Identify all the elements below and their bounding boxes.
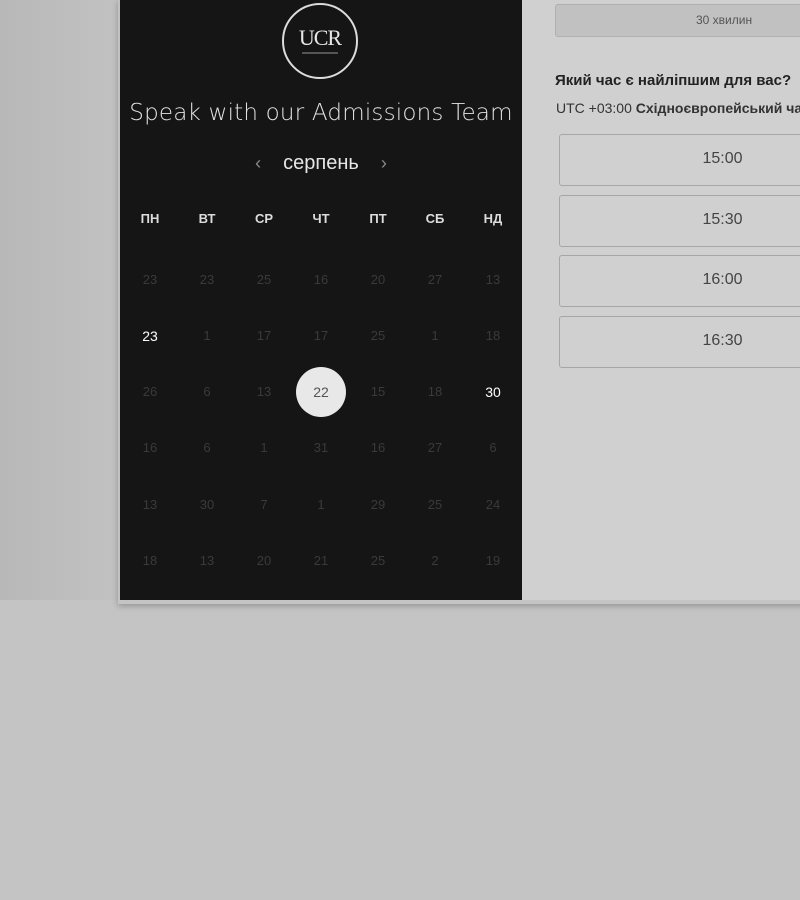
unavailable-day: 1 — [203, 328, 211, 343]
unavailable-day: 29 — [370, 497, 386, 512]
logo-text: UCR — [298, 25, 342, 50]
weekday-label: ПН — [140, 211, 160, 226]
time-slot-label: 16:00 — [702, 271, 743, 288]
unavailable-day: 25 — [427, 497, 443, 512]
time-slot-label: 16:30 — [702, 332, 743, 349]
selected-day[interactable]: 22 — [296, 367, 346, 417]
unavailable-day: 13 — [485, 272, 501, 287]
unavailable-day: 18 — [485, 328, 501, 343]
timezone-info: UTC +03:00 Східноєвропейський час — [556, 100, 800, 116]
unavailable-day: 17 — [256, 328, 272, 343]
unavailable-day: 21 — [313, 553, 329, 568]
logo-tagline-line — [302, 52, 338, 54]
unavailable-day: 1 — [260, 440, 268, 455]
unavailable-day: 13 — [256, 384, 272, 399]
unavailable-day: 19 — [485, 553, 501, 568]
unavailable-day: 2 — [431, 553, 439, 568]
unavailable-day: 13 — [199, 553, 215, 568]
unavailable-day: 16 — [370, 440, 386, 455]
unavailable-day: 25 — [370, 328, 386, 343]
unavailable-day: 20 — [256, 553, 272, 568]
time-slot-label: 15:00 — [702, 150, 743, 167]
unavailable-day: 7 — [260, 497, 268, 512]
unavailable-day: 15 — [370, 384, 386, 399]
ucr-logo: UCR — [282, 3, 358, 79]
weekday-label: ПТ — [369, 211, 387, 226]
unavailable-day: 18 — [142, 553, 158, 568]
unavailable-day: 26 — [142, 384, 158, 399]
next-month-chevron-icon[interactable]: › — [377, 153, 391, 174]
prev-month-chevron-icon[interactable]: ‹ — [251, 153, 265, 174]
duration-selector[interactable]: 30 хвилин — [555, 4, 800, 37]
unavailable-day: 6 — [489, 440, 497, 455]
timezone-name: Східноєвропейський час — [635, 100, 800, 116]
unavailable-day: 30 — [199, 497, 215, 512]
unavailable-day: 16 — [313, 272, 329, 287]
time-selection-panel: 30 хвилин Який час є найліпшим для вас? … — [522, 0, 800, 600]
unavailable-day: 25 — [256, 272, 272, 287]
unavailable-day: 20 — [370, 272, 386, 287]
time-question-heading: Який час є найліпшим для вас? — [555, 72, 792, 89]
unavailable-day: 1 — [431, 328, 439, 343]
time-slot-button[interactable]: 15:30 — [559, 195, 800, 247]
page-title: Speak with our Admissions Team — [129, 100, 513, 126]
weekday-label: ЧТ — [312, 211, 330, 226]
available-day[interactable]: 30 — [473, 384, 513, 400]
unavailable-day: 1 — [317, 497, 325, 512]
time-slot-button[interactable]: 16:00 — [559, 255, 800, 307]
unavailable-day: 23 — [199, 272, 215, 287]
time-slot-button[interactable]: 16:30 — [559, 316, 800, 368]
unavailable-day: 23 — [142, 272, 158, 287]
unavailable-day: 27 — [427, 440, 443, 455]
unavailable-day: 6 — [203, 384, 211, 399]
time-slot-label: 15:30 — [702, 211, 743, 228]
weekday-label: СБ — [425, 211, 445, 226]
unavailable-day: 31 — [313, 440, 329, 455]
month-navigation: ‹ серпень › — [120, 148, 522, 178]
unavailable-day: 24 — [485, 497, 501, 512]
unavailable-day: 6 — [203, 440, 211, 455]
unavailable-day: 13 — [142, 497, 158, 512]
unavailable-day: 18 — [427, 384, 443, 399]
duration-label: 30 хвилин — [696, 13, 753, 27]
unavailable-day: 17 — [313, 328, 329, 343]
available-day[interactable]: 23 — [130, 328, 170, 344]
timezone-offset: UTC +03:00 — [556, 100, 632, 116]
weekday-label: ВТ — [198, 211, 216, 226]
unavailable-day: 25 — [370, 553, 386, 568]
unavailable-day: 16 — [142, 440, 158, 455]
time-slot-button[interactable]: 15:00 — [559, 134, 800, 186]
weekday-label: НД — [483, 211, 503, 226]
unavailable-day: 27 — [427, 272, 443, 287]
calendar-panel: UCR Speak with our Admissions Team ‹ сер… — [120, 0, 522, 600]
weekday-label: СР — [254, 211, 274, 226]
weekday-header: ПН ВТ СР ЧТ ПТ СБ НД — [120, 211, 522, 231]
current-month-label: серпень — [283, 151, 359, 174]
